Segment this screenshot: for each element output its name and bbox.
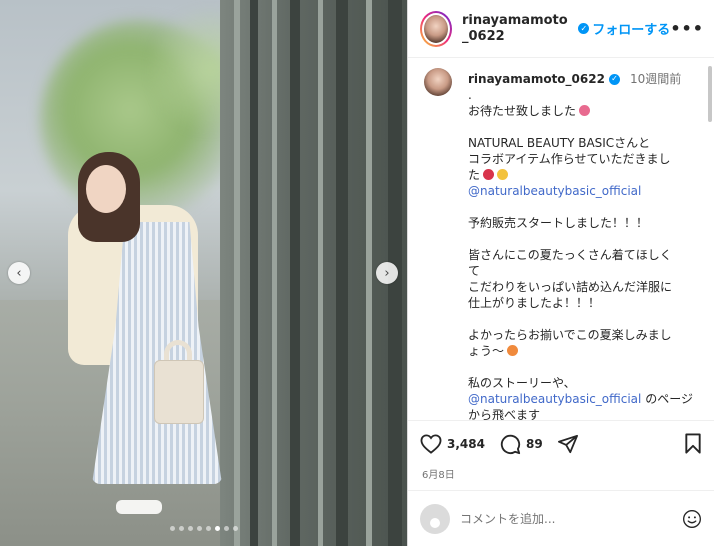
mention-link[interactable]: @naturalbeautybasic_official: [468, 392, 641, 406]
photo-pillar: [234, 0, 240, 546]
photo-pillar: [318, 0, 323, 546]
caption-body: rinayamamoto_0622 ✓ 10週間前 . お待たせ致しました NA…: [468, 68, 698, 420]
bookmark-icon[interactable]: [684, 433, 702, 454]
follow-label: フォローする: [592, 23, 671, 38]
avatar-image: [424, 68, 452, 96]
photo-sandals: [116, 500, 162, 514]
caption-line: [468, 231, 698, 247]
caption-line: [468, 119, 698, 135]
follow-button[interactable]: ✓ フォローする: [578, 19, 670, 38]
comment-input[interactable]: [460, 511, 682, 526]
caption-line: 仕上がりましたよ！！！: [468, 296, 601, 310]
heart-face-emoji-icon: [507, 345, 519, 356]
carousel-dot: [205, 526, 211, 531]
verified-badge-icon: ✓: [608, 73, 620, 85]
sparkles-emoji-icon: [497, 169, 509, 180]
carousel-dot: [196, 526, 202, 531]
caption-line: 私のストーリーや、: [468, 376, 576, 390]
carousel-prev-button[interactable]: ‹: [8, 262, 30, 284]
like-action: 3,484: [420, 433, 485, 454]
caption-header: rinayamamoto_0622 ✓ 10週間前: [468, 71, 698, 87]
caption-line: NATURAL BEAUTY BASICさんと: [468, 136, 651, 150]
caption-line: こだわりをいっぱい詰め込んだ洋服に: [468, 280, 673, 294]
photo-pillar: [336, 0, 348, 546]
carousel-dot: [223, 526, 229, 531]
caption-line: [468, 199, 698, 215]
emoji-smile-icon[interactable]: [682, 509, 702, 529]
caption-line: よかったらお揃いでこの夏楽しみまし: [468, 328, 672, 342]
mention-link[interactable]: @naturalbeautybasic_official: [468, 183, 698, 199]
post-side-panel: rinayamamoto_0622 ✓ フォローする ••• rinayamam…: [407, 0, 714, 546]
caption-line: [468, 359, 698, 375]
comment-action: 89: [499, 433, 543, 455]
caption-avatar[interactable]: [424, 68, 456, 420]
carousel-next-button[interactable]: ›: [376, 262, 398, 284]
more-options-icon[interactable]: •••: [670, 19, 704, 38]
carousel-dot: [214, 526, 220, 531]
photo-pillar: [250, 0, 258, 546]
like-count[interactable]: 3,484: [447, 437, 485, 451]
verified-badge-icon: ✓: [578, 23, 590, 34]
photo-pillar: [366, 0, 372, 546]
caption-line: [468, 311, 698, 327]
photo-model-face: [86, 165, 126, 213]
post-date[interactable]: 6月8日: [408, 466, 714, 490]
caption-line: 皆さんにこの夏たっくさん着てほしく: [468, 248, 672, 262]
carousel-indicator: [0, 526, 407, 531]
caption-line: ょう〜: [468, 343, 698, 359]
caption-scrollbar[interactable]: [708, 66, 712, 122]
photo-pillar: [290, 0, 300, 546]
photo-bag: [154, 360, 204, 424]
comment-bar: [408, 490, 714, 546]
caption-line: お待たせ致しました: [468, 103, 698, 119]
post-actions-bar: 3,484 89: [408, 420, 714, 466]
comment-count: 89: [525, 436, 543, 451]
heart-icon[interactable]: [420, 433, 442, 454]
caption-username[interactable]: rinayamamoto_0622: [468, 71, 605, 87]
caption-line: て: [468, 264, 481, 278]
carousel-dot: [169, 526, 175, 531]
viewer-avatar: [420, 503, 450, 534]
photo-pillar: [272, 0, 277, 546]
post-header: rinayamamoto_0622 ✓ フォローする •••: [408, 0, 714, 58]
caption-line: た: [468, 167, 698, 183]
ribbon-emoji-icon: [579, 105, 591, 116]
post-photo: ‹ ›: [0, 0, 407, 546]
profile-avatar[interactable]: [420, 10, 453, 47]
caption-line: から飛べます: [468, 408, 541, 420]
lips-emoji-icon: [483, 169, 495, 180]
avatar-image: [422, 12, 451, 45]
carousel-dot: [178, 526, 184, 531]
caption-line: @naturalbeautybasic_official のページ: [468, 392, 693, 406]
comment-icon[interactable]: [499, 433, 521, 455]
caption-line: 予約販売スタートしました！！！: [468, 216, 649, 230]
caption-line: .: [468, 88, 472, 102]
header-username[interactable]: rinayamamoto_0622: [462, 13, 572, 45]
caption-area: rinayamamoto_0622 ✓ 10週間前 . お待たせ致しました NA…: [408, 58, 714, 420]
caption-line: コラボアイテム作らせていただきまし: [468, 152, 671, 166]
carousel-dot: [187, 526, 193, 531]
carousel-dot: [232, 526, 238, 531]
instagram-post-view: ‹ › rinayamamoto_0622 ✓ フォローする ••• rinay…: [0, 0, 714, 546]
post-time-ago: 10週間前: [629, 72, 682, 86]
share-icon[interactable]: [557, 434, 579, 454]
